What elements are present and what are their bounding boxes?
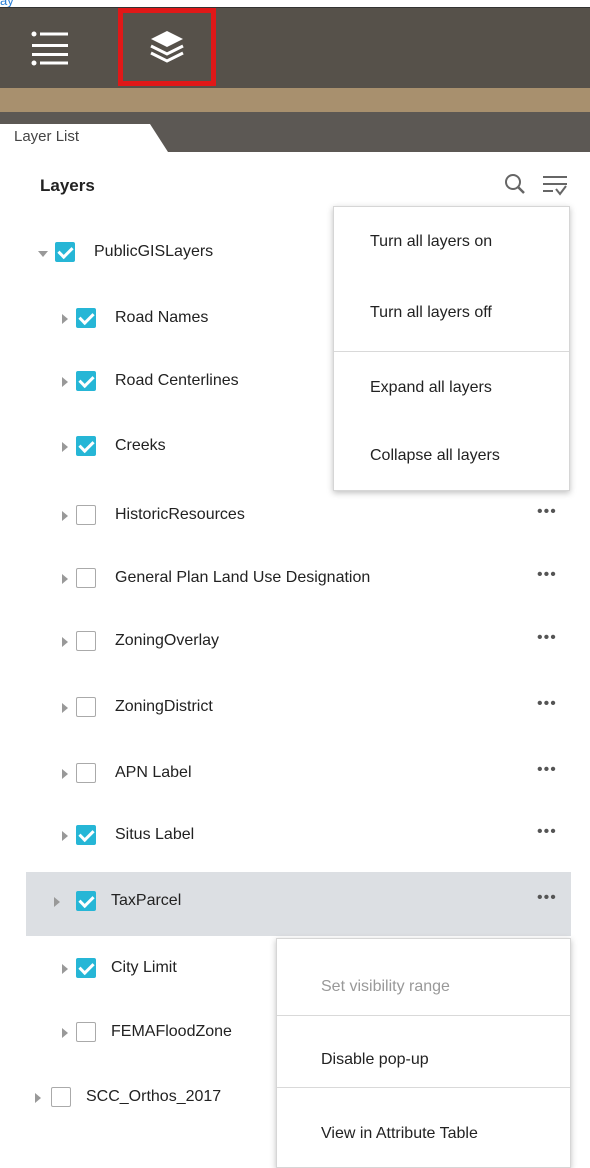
stacked-layers-icon xyxy=(150,31,184,63)
layer-checkbox[interactable] xyxy=(76,697,96,717)
layer-row-historicresources[interactable]: HistoricResources ••• xyxy=(0,486,590,548)
layer-list-button[interactable] xyxy=(5,8,95,88)
layer-context-menu: Set visibility range Disable pop-up View… xyxy=(276,938,571,1168)
layer-name: Road Centerlines xyxy=(115,372,239,389)
tab-layer-list-label: Layer List xyxy=(14,128,80,145)
search-icon[interactable] xyxy=(504,172,526,196)
collapse-arrow-icon[interactable] xyxy=(38,251,48,257)
tab-corner xyxy=(150,124,168,152)
layer-name: APN Label xyxy=(115,764,192,781)
layer-checkbox[interactable] xyxy=(76,308,96,328)
layer-checkbox[interactable] xyxy=(76,891,96,911)
layer-name: City Limit xyxy=(111,959,177,976)
expand-arrow-icon[interactable] xyxy=(62,377,68,387)
layer-row-general-plan[interactable]: General Plan Land Use Designation ••• xyxy=(0,549,590,611)
layer-checkbox[interactable] xyxy=(76,631,96,651)
layer-name: Situs Label xyxy=(115,826,195,843)
bulleted-list-icon xyxy=(31,31,68,66)
layer-name: HistoricResources xyxy=(115,506,245,523)
panel-title: Layers xyxy=(40,176,95,195)
layers-button[interactable] xyxy=(118,8,216,86)
expand-arrow-icon[interactable] xyxy=(62,442,68,452)
expand-arrow-icon[interactable] xyxy=(62,574,68,584)
layer-checkbox[interactable] xyxy=(76,568,96,588)
layer-name: FEMAFloodZone xyxy=(111,1023,232,1040)
menu-divider xyxy=(277,1087,570,1088)
menu-item-turn-all-off[interactable]: Turn all layers off xyxy=(334,304,569,322)
menu-item-view-attribute-table[interactable]: View in Attribute Table xyxy=(277,1125,570,1143)
layer-row-taxparcel[interactable]: TaxParcel ••• xyxy=(26,872,571,936)
more-options-icon[interactable]: ••• xyxy=(537,503,557,521)
menu-item-expand-all[interactable]: Expand all layers xyxy=(334,379,569,397)
widget-toolbar xyxy=(0,8,590,88)
menu-item-collapse-all[interactable]: Collapse all layers xyxy=(334,447,569,465)
layer-checkbox[interactable] xyxy=(76,436,96,456)
layer-row-apn-label[interactable]: APN Label ••• xyxy=(0,744,590,806)
layer-checkbox[interactable] xyxy=(76,1022,96,1042)
menu-item-set-visibility-range: Set visibility range xyxy=(321,978,450,995)
menu-item-turn-all-on[interactable]: Turn all layers on xyxy=(334,233,569,251)
layer-checkbox[interactable] xyxy=(55,242,75,262)
filter-menu-icon[interactable] xyxy=(541,172,569,198)
more-options-icon[interactable]: ••• xyxy=(537,761,557,779)
layer-checkbox[interactable] xyxy=(76,958,96,978)
expand-arrow-icon[interactable] xyxy=(35,1093,41,1103)
layer-name: ZoningOverlay xyxy=(115,632,220,649)
expand-arrow-icon[interactable] xyxy=(62,637,68,647)
layer-name: Road Names xyxy=(115,309,209,326)
expand-arrow-icon[interactable] xyxy=(62,314,68,324)
expand-arrow-icon[interactable] xyxy=(62,964,68,974)
layer-name: SCC_Orthos_2017 xyxy=(86,1088,222,1105)
layer-row-situs-label[interactable]: Situs Label ••• xyxy=(0,806,590,868)
layer-name: General Plan Land Use Designation xyxy=(115,569,371,586)
expand-arrow-icon[interactable] xyxy=(54,897,60,907)
more-options-icon[interactable]: ••• xyxy=(537,889,557,907)
layer-list-panel: Layer List Layers PublicGISLayers Road N… xyxy=(0,112,590,1168)
expand-arrow-icon[interactable] xyxy=(62,769,68,779)
expand-arrow-icon[interactable] xyxy=(62,511,68,521)
layer-checkbox[interactable] xyxy=(76,825,96,845)
more-options-icon[interactable]: ••• xyxy=(537,823,557,841)
layer-options-menu: Turn all layers on Turn all layers off E… xyxy=(333,206,570,491)
more-options-icon[interactable]: ••• xyxy=(537,566,557,584)
layer-checkbox[interactable] xyxy=(76,505,96,525)
layer-name: PublicGISLayers xyxy=(94,243,214,260)
layer-name: ZoningDistrict xyxy=(115,698,213,715)
expand-arrow-icon[interactable] xyxy=(62,831,68,841)
menu-divider xyxy=(277,1015,570,1016)
layer-row-zoningoverlay[interactable]: ZoningOverlay ••• xyxy=(0,612,590,674)
layer-name: TaxParcel xyxy=(111,892,182,909)
more-options-icon[interactable]: ••• xyxy=(537,629,557,647)
layer-checkbox[interactable] xyxy=(76,371,96,391)
menu-item-disable-popup[interactable]: Disable pop-up xyxy=(277,1051,570,1069)
expand-arrow-icon[interactable] xyxy=(62,1028,68,1038)
more-options-icon[interactable]: ••• xyxy=(537,695,557,713)
expand-arrow-icon[interactable] xyxy=(62,703,68,713)
layer-name: Creeks xyxy=(115,437,166,454)
accent-bar xyxy=(0,88,590,112)
layer-row-zoningdistrict[interactable]: ZoningDistrict ••• xyxy=(0,678,590,740)
menu-divider xyxy=(334,351,569,352)
layer-checkbox[interactable] xyxy=(51,1087,71,1107)
layer-checkbox[interactable] xyxy=(76,763,96,783)
